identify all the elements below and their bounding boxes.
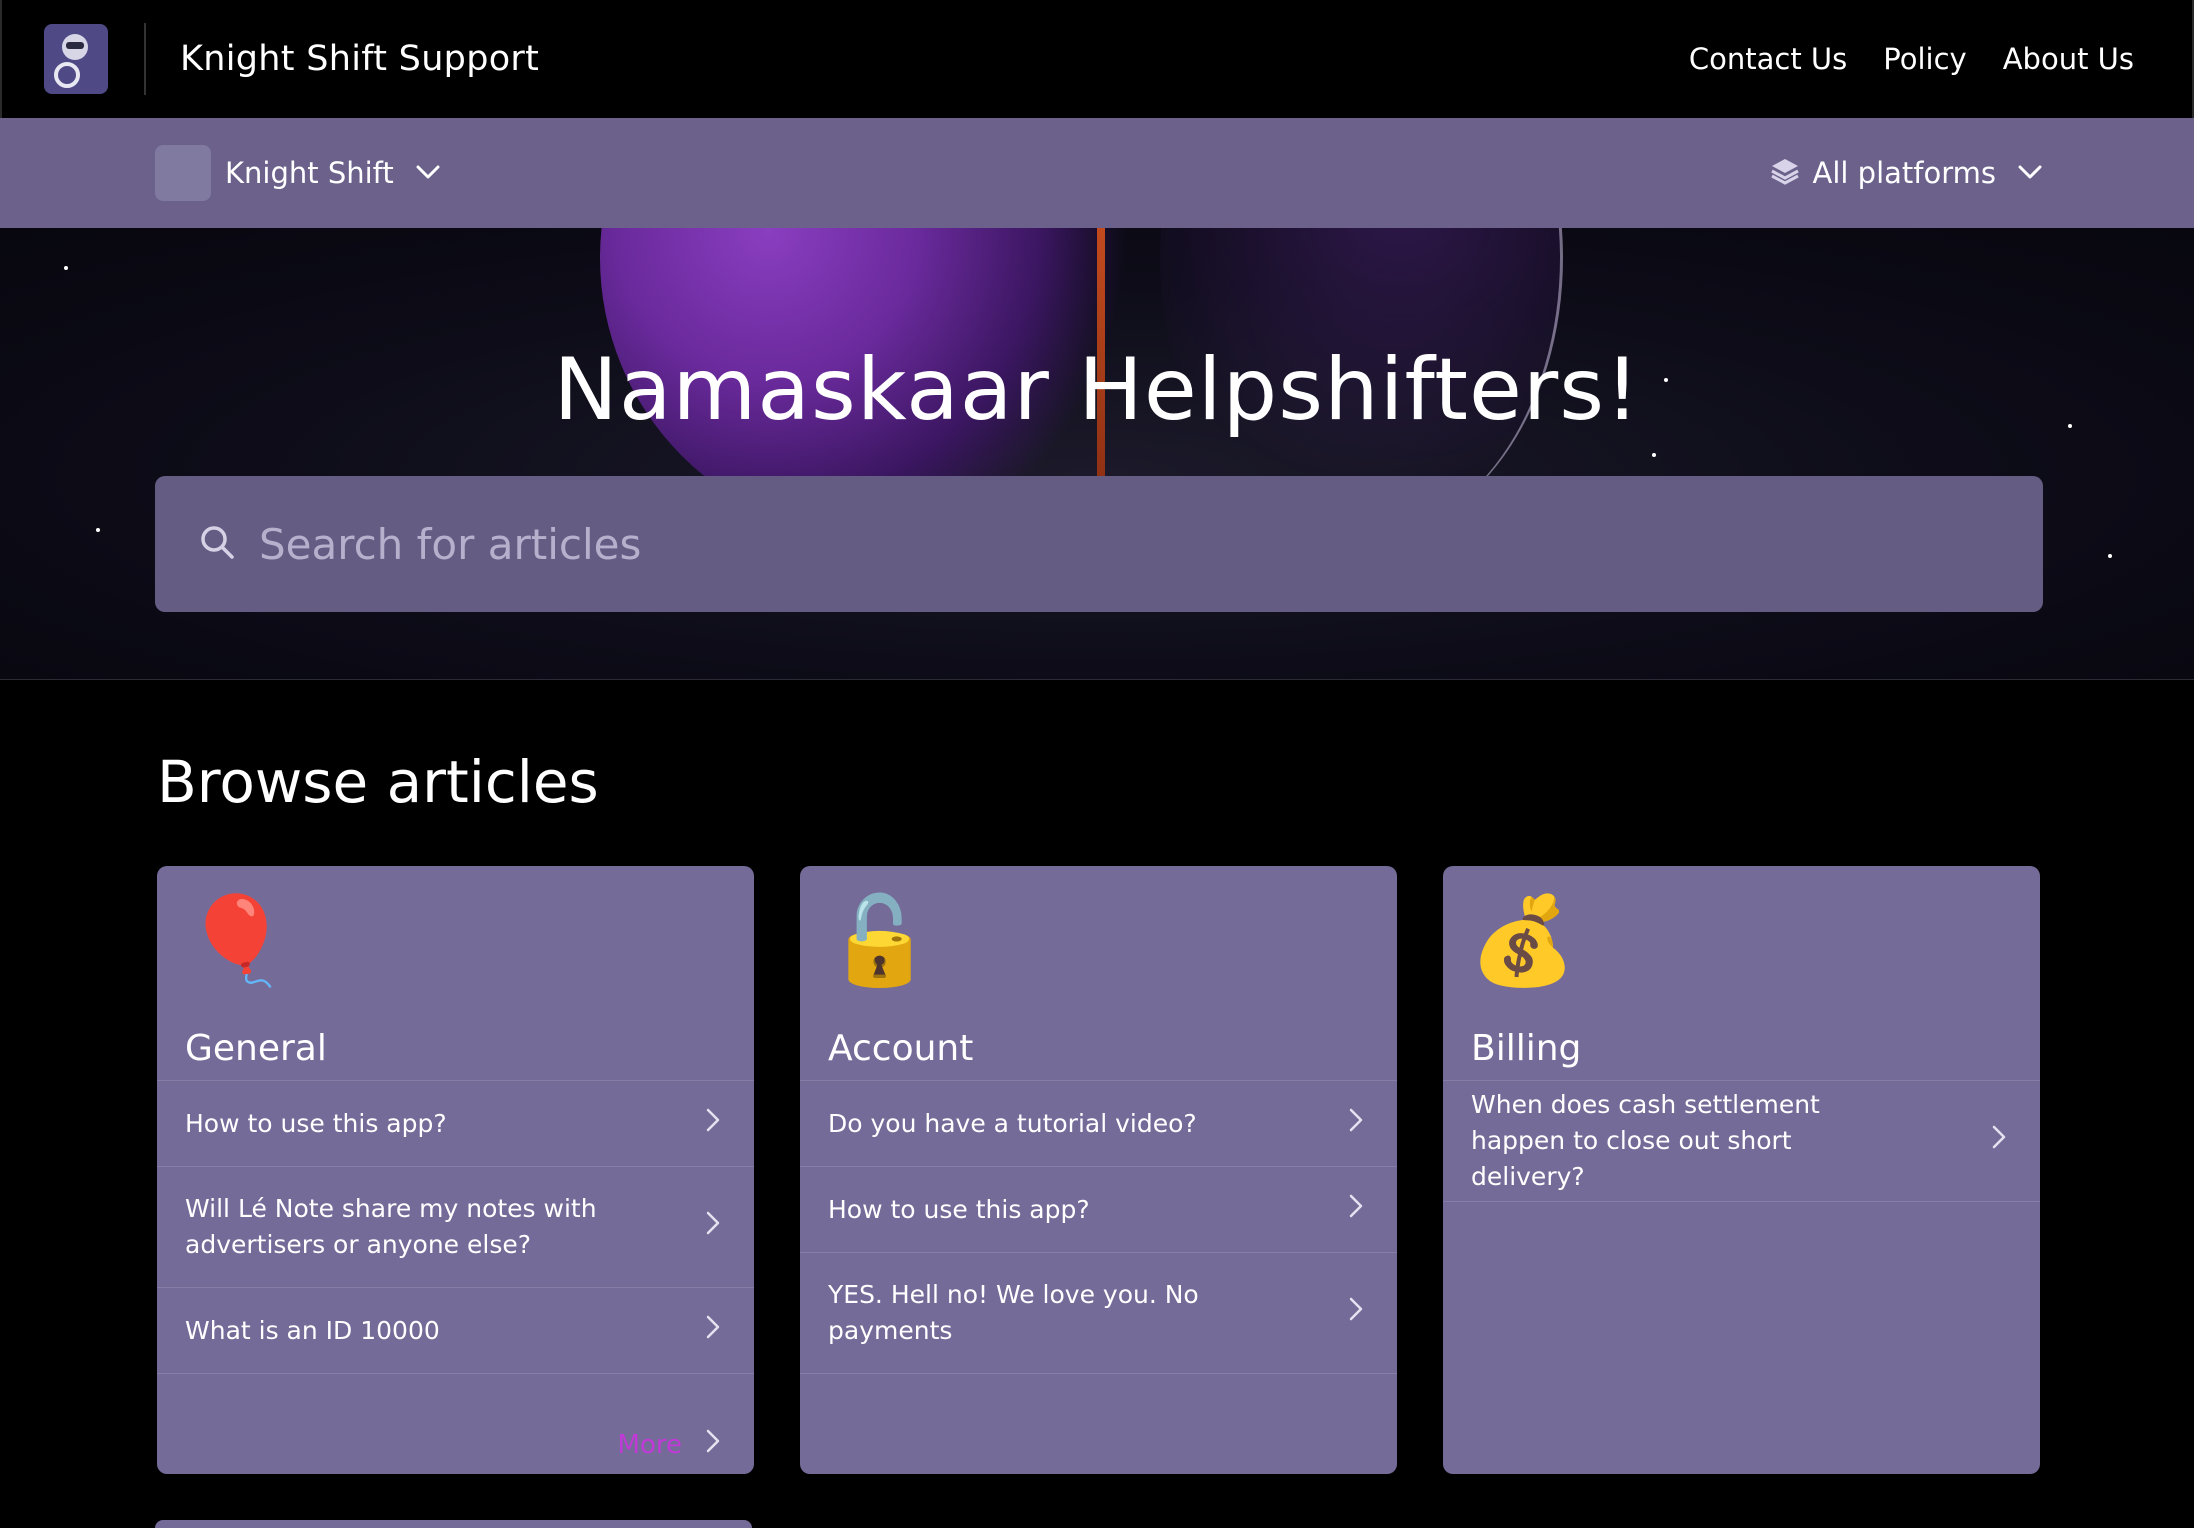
- category-cards: 🎈 General How to use this app? Will Lé N…: [157, 866, 2194, 1474]
- article-title: YES. Hell no! We love you. No payments: [828, 1280, 1199, 1345]
- category-title[interactable]: Account: [800, 1018, 1397, 1080]
- browse-section: Browse articles 🎈 General How to use thi…: [0, 748, 2194, 1474]
- chevron-right-icon: [706, 1209, 720, 1245]
- site-logo[interactable]: [44, 24, 108, 94]
- article-title: How to use this app?: [185, 1108, 447, 1138]
- star: [1652, 453, 1656, 457]
- article-title: How to use this app?: [828, 1194, 1090, 1224]
- article-link[interactable]: How to use this app?: [800, 1167, 1397, 1253]
- chevron-right-icon: [1992, 1123, 2006, 1159]
- balloon-icon: 🎈: [183, 891, 291, 991]
- article-title: What is an ID 10000: [185, 1315, 440, 1345]
- chevron-right-icon: [706, 1313, 720, 1349]
- article-link[interactable]: When does cash settlement happen to clos…: [1443, 1081, 2040, 1202]
- search-bar[interactable]: [155, 476, 2043, 612]
- article-title: Do you have a tutorial video?: [828, 1108, 1197, 1138]
- article-title: Will Lé Note share my notes with adverti…: [185, 1194, 597, 1259]
- browse-heading: Browse articles: [157, 748, 599, 816]
- star: [64, 266, 68, 270]
- category-title[interactable]: Billing: [1443, 1018, 2040, 1080]
- article-link[interactable]: Will Lé Note share my notes with adverti…: [157, 1167, 754, 1288]
- category-card-billing: 💰 Billing When does cash settlement happ…: [1443, 866, 2040, 1474]
- site-title[interactable]: Knight Shift Support: [180, 39, 539, 79]
- more-link[interactable]: More: [618, 1429, 720, 1460]
- article-list: When does cash settlement happen to clos…: [1443, 1080, 2040, 1202]
- more-label: More: [617, 1429, 682, 1460]
- nav-policy[interactable]: Policy: [1883, 42, 1966, 76]
- app-bar: Knight Shift All platforms: [0, 118, 2194, 228]
- search-icon: [199, 524, 235, 564]
- article-link[interactable]: How to use this app?: [157, 1081, 754, 1167]
- hero-banner: Namaskaar Helpshifters!: [0, 228, 2194, 680]
- article-link[interactable]: Do you have a tutorial video?: [800, 1081, 1397, 1167]
- chevron-down-icon: [2018, 164, 2042, 183]
- article-title: When does cash settlement happen to clos…: [1471, 1090, 1820, 1191]
- category-card-account: 🔓 Account Do you have a tutorial video? …: [800, 866, 1397, 1474]
- chevron-right-icon: [1349, 1295, 1363, 1331]
- app-switcher[interactable]: Knight Shift: [155, 145, 440, 201]
- article-link[interactable]: YES. Hell no! We love you. No payments: [800, 1253, 1397, 1374]
- layers-icon: [1770, 156, 1800, 190]
- platform-switcher[interactable]: All platforms: [1770, 156, 2042, 190]
- chevron-right-icon: [1349, 1106, 1363, 1142]
- header-divider: [144, 23, 146, 95]
- article-list: How to use this app? Will Lé Note share …: [157, 1080, 754, 1374]
- logo-visor: [66, 42, 84, 49]
- article-link[interactable]: What is an ID 10000: [157, 1288, 754, 1374]
- top-bar: Knight Shift Support Contact Us Policy A…: [0, 0, 2194, 118]
- category-card-general: 🎈 General How to use this app? Will Lé N…: [157, 866, 754, 1474]
- nav-contact-us[interactable]: Contact Us: [1689, 42, 1847, 76]
- chevron-right-icon: [706, 1106, 720, 1142]
- unlock-icon: 🔓: [826, 891, 934, 991]
- chevron-right-icon: [706, 1429, 720, 1460]
- chevron-down-icon: [416, 164, 440, 183]
- app-icon: [155, 145, 211, 201]
- star: [2108, 554, 2112, 558]
- money-bag-icon: 💰: [1469, 891, 1577, 991]
- search-input[interactable]: [257, 518, 1961, 570]
- hero-title: Namaskaar Helpshifters!: [553, 340, 1641, 440]
- nav-about-us[interactable]: About Us: [2003, 42, 2134, 76]
- app-name: Knight Shift: [225, 156, 394, 190]
- star: [96, 528, 100, 532]
- article-list: Do you have a tutorial video? How to use…: [800, 1080, 1397, 1374]
- chevron-right-icon: [1349, 1192, 1363, 1228]
- top-nav: Contact Us Policy About Us: [1689, 42, 2134, 76]
- category-title[interactable]: General: [157, 1018, 754, 1080]
- next-card-edge: [155, 1520, 752, 1528]
- platform-label: All platforms: [1812, 156, 1996, 190]
- logo-ring: [54, 62, 80, 88]
